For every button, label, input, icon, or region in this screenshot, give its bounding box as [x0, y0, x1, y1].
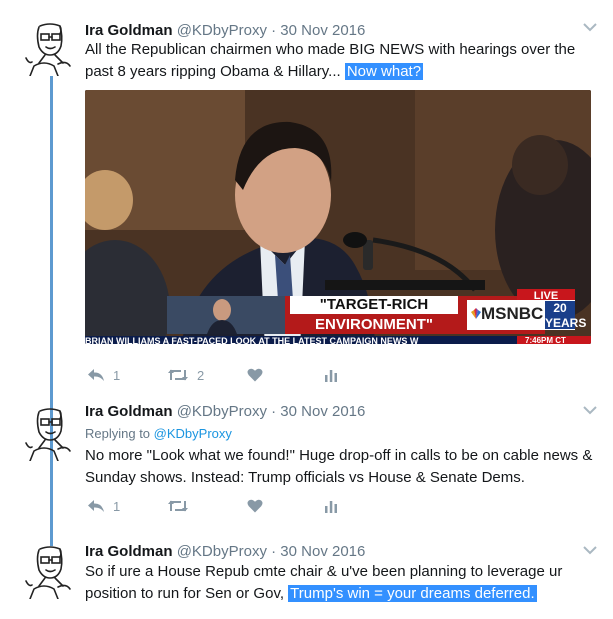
separator: · [271, 403, 277, 420]
reply-count: 1 [113, 367, 121, 383]
heart-icon [247, 368, 263, 382]
tweet-text: So if ure a House Repub cmte chair & u'v… [85, 561, 600, 605]
analytics-button[interactable] [324, 365, 338, 385]
tweet-1[interactable]: Ira Goldman @KDbyProxy · 30 Nov 2016 All… [0, 0, 613, 395]
avatar-sketch-icon[interactable] [22, 543, 78, 599]
tweet-text-highlight: Trump's win = your dreams deferred. [288, 585, 537, 602]
replying-to-handle[interactable]: @KDbyProxy [154, 426, 232, 441]
like-button[interactable] [247, 496, 263, 516]
tweet-date[interactable]: 30 Nov 2016 [280, 22, 365, 39]
separator: · [271, 22, 277, 39]
network-name: MSNBC [481, 304, 544, 323]
tweet-text-plain: All the Republican chairmen who made BIG… [85, 41, 576, 80]
tweet-2[interactable]: Ira Goldman @KDbyProxy · 30 Nov 2016 Rep… [0, 395, 613, 535]
banner-thumbnail [167, 296, 285, 334]
chevron-down-icon[interactable] [583, 22, 597, 32]
author-name[interactable]: Ira Goldman [85, 543, 173, 560]
author-name[interactable]: Ira Goldman [85, 22, 173, 39]
retweet-icon [168, 369, 188, 381]
analytics-icon [325, 370, 337, 382]
like-button[interactable] [247, 365, 263, 385]
tweet-date[interactable]: 30 Nov 2016 [280, 543, 365, 560]
author-handle[interactable]: @KDbyProxy [177, 543, 267, 560]
author-name[interactable]: Ira Goldman [85, 403, 173, 420]
anniversary-badge: 20 YEARS [545, 301, 587, 330]
retweet-button[interactable] [167, 496, 189, 516]
chevron-down-icon[interactable] [583, 545, 597, 555]
chevron-down-icon[interactable] [583, 405, 597, 415]
analytics-button[interactable] [324, 496, 338, 516]
separator: · [271, 543, 277, 560]
tweet-header: Ira Goldman @KDbyProxy · 30 Nov 2016 [85, 403, 365, 420]
reply-button[interactable]: 1 [87, 365, 120, 385]
tweet-actions: 1 2 [87, 365, 357, 385]
replying-to-label: Replying to [85, 426, 151, 441]
headline-line-1: "TARGET-RICH [290, 296, 458, 314]
tweet-date[interactable]: 30 Nov 2016 [280, 403, 365, 420]
reply-button[interactable]: 1 [87, 496, 120, 516]
retweet-button[interactable]: 2 [167, 365, 204, 385]
tweet-actions: 1 [87, 496, 357, 516]
news-ticker: BRIAN WILLIAMS A FAST-PACED LOOK AT THE … [85, 336, 591, 344]
tweet-text: All the Republican chairmen who made BIG… [85, 39, 600, 83]
avatar-sketch-icon[interactable] [22, 20, 78, 76]
analytics-icon [325, 501, 337, 513]
tweet-text-highlight: Now what? [344, 63, 424, 80]
replying-to: Replying to @KDbyProxy [85, 426, 232, 441]
chyron-headline: "TARGET-RICH ENVIRONMENT" [290, 296, 458, 334]
reply-count: 1 [113, 498, 121, 514]
reply-icon [88, 369, 104, 381]
heart-icon [247, 499, 263, 513]
retweet-count: 2 [197, 367, 205, 383]
headline-line-2: ENVIRONMENT" [315, 316, 433, 333]
author-handle[interactable]: @KDbyProxy [177, 403, 267, 420]
reply-icon [88, 500, 104, 512]
tweet-3[interactable]: Ira Goldman @KDbyProxy · 30 Nov 2016 So … [0, 535, 613, 619]
avatar-sketch-icon[interactable] [22, 405, 78, 461]
tweet-text: No more "Look what we found!" Huge drop-… [85, 447, 593, 486]
video-media[interactable]: "TARGET-RICH ENVIRONMENT" LIVE MSNBC 20 … [85, 90, 591, 344]
tweet-header: Ira Goldman @KDbyProxy · 30 Nov 2016 [85, 22, 365, 39]
retweet-icon [168, 500, 188, 512]
ticker-time: 7:46PM CT [517, 336, 591, 344]
tweet-header: Ira Goldman @KDbyProxy · 30 Nov 2016 [85, 543, 365, 560]
author-handle[interactable]: @KDbyProxy [177, 22, 267, 39]
